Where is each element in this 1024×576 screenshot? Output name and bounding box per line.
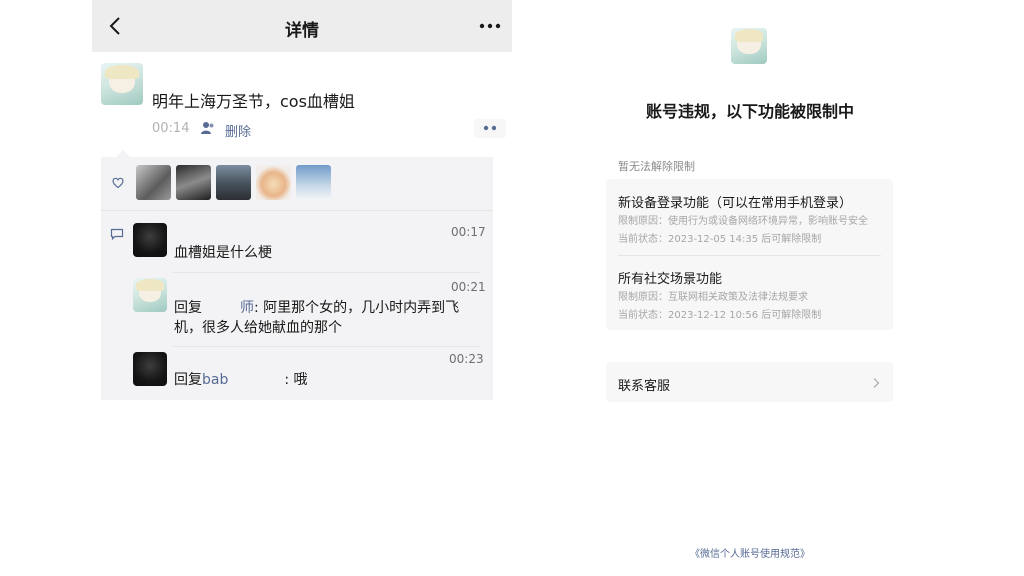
more-dots-icon[interactable] bbox=[476, 14, 504, 38]
feature-title: 所有社交场景功能 bbox=[618, 272, 723, 287]
reply-prefix: 回复 bbox=[174, 300, 202, 316]
reply-target-name[interactable]: 师 bbox=[240, 300, 254, 316]
feature-status: 当前状态：2023-12-05 14:35 后可解除限制 bbox=[618, 234, 822, 245]
comment-text[interactable]: 回复 师: 阿里那个女的，几小时内弄到飞机，很多人给她献血的那个 bbox=[174, 298, 482, 338]
feature-title: 新设备登录功能（可以在常用手机登录） bbox=[618, 196, 853, 211]
liker-avatar[interactable] bbox=[216, 165, 251, 200]
reply-target-name[interactable]: bab bbox=[202, 372, 228, 388]
divider bbox=[173, 346, 481, 347]
poster-avatar[interactable] bbox=[101, 63, 143, 105]
reply-body: : 阿里那个女的，几小时内弄到飞机，很多人给她献血的那个 bbox=[174, 300, 460, 336]
comment-time: 00:21 bbox=[451, 280, 486, 294]
page-title: 详情 bbox=[285, 21, 319, 41]
redacted-name bbox=[173, 275, 277, 291]
delete-link[interactable]: 删除 bbox=[225, 121, 251, 140]
reply-body: : 哦 bbox=[284, 372, 308, 388]
comment-text[interactable]: 血槽姐是什么梗 bbox=[174, 243, 272, 263]
comment-text[interactable]: 回复bab : 哦 bbox=[174, 370, 308, 390]
comment-icon bbox=[110, 228, 124, 240]
redacted-name bbox=[173, 348, 233, 364]
account-avatar bbox=[731, 28, 767, 64]
usage-policy-link[interactable]: 《微信个人账号使用规范》 bbox=[560, 545, 940, 560]
section-label: 暂无法解除限制 bbox=[618, 160, 695, 173]
comment-time: 00:17 bbox=[451, 225, 486, 239]
commenter-avatar[interactable] bbox=[133, 278, 167, 312]
comment-like-menu-button[interactable] bbox=[474, 119, 506, 138]
feature-reason: 限制原因：互联网相关政策及法律法规要求 bbox=[618, 292, 808, 303]
feature-reason: 限制原因：使用行为或设备网络环境异常，影响账号安全 bbox=[618, 216, 868, 227]
people-icon bbox=[201, 122, 214, 134]
liker-avatar[interactable] bbox=[176, 165, 211, 200]
divider bbox=[173, 272, 481, 273]
chevron-right-icon[interactable] bbox=[872, 377, 880, 389]
post-text: 明年上海万圣节，cos血槽姐 bbox=[152, 92, 355, 111]
reply-prefix: 回复 bbox=[174, 372, 202, 388]
commenter-avatar[interactable] bbox=[133, 223, 167, 257]
liker-avatar[interactable] bbox=[296, 165, 331, 200]
navigation-bar: 详情 bbox=[92, 0, 512, 52]
liker-avatar[interactable] bbox=[136, 165, 171, 200]
comment-time: 00:23 bbox=[449, 352, 484, 366]
divider bbox=[618, 255, 881, 256]
feed-caret bbox=[116, 150, 130, 157]
feature-status: 当前状态：2023-12-12 10:56 后可解除限制 bbox=[618, 310, 822, 321]
commenter-avatar[interactable] bbox=[133, 352, 167, 386]
two-dots-icon bbox=[483, 125, 497, 131]
redacted-name bbox=[173, 220, 225, 236]
post-time: 00:14 bbox=[152, 121, 190, 136]
contact-support-label[interactable]: 联系客服 bbox=[618, 375, 670, 394]
restriction-title: 账号违规，以下功能被限制中 bbox=[645, 102, 854, 121]
divider bbox=[101, 210, 493, 211]
heart-icon bbox=[112, 177, 124, 189]
liker-avatar[interactable] bbox=[256, 165, 291, 200]
